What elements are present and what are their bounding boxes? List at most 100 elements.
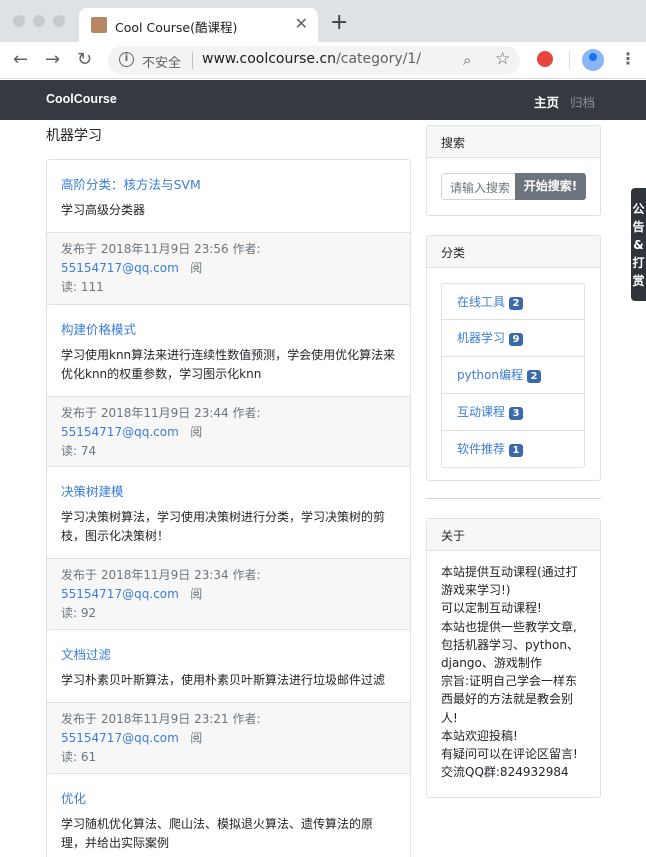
browser-tab[interactable]: Cool Course(酷课程) ✕ [79, 8, 318, 42]
post-summary: 学习朴素贝叶斯算法，使用朴素贝叶斯算法进行垃圾邮件过滤 [61, 673, 386, 687]
category-label: 互动课程 [457, 405, 506, 419]
post-summary: 学习使用knn算法来进行连续性数值预测，学会使用优化算法来优化knn的权重参数，… [61, 348, 396, 381]
nav-home-link[interactable]: 主页 [534, 92, 559, 111]
category-card-header: 分类 [427, 236, 600, 268]
window-maximize-dot[interactable] [53, 15, 65, 27]
side-tab-char: 打 [632, 256, 645, 270]
post-card: 优化 学习随机优化算法、爬山法、模拟退火算法、遗传算法的原理，并给出实际案例 [46, 773, 411, 857]
category-count-badge: 1 [509, 444, 524, 457]
category-item[interactable]: 机器学习 9 [441, 320, 585, 357]
omnibox-divider [192, 52, 193, 69]
announcement-donate-tab[interactable]: 公 告 & 打 赏 [631, 188, 646, 301]
post-meta: 发布于 2018年11月9日 23:56 作者: 55154717@qq.com… [47, 232, 410, 306]
post-meta-date: 发布于 2018年11月9日 23:34 作者: [61, 568, 261, 582]
window-minimize-dot[interactable] [33, 15, 45, 27]
tab-close-icon[interactable]: ✕ [295, 14, 308, 33]
url-path: /category/1/ [336, 51, 421, 67]
insecure-label: 不安全 [142, 56, 182, 71]
category-list: 在线工具 2 机器学习 9 python编程 2 互动课程 3 软件推荐 1 [441, 283, 585, 468]
post-read-label: 阅 [190, 425, 203, 439]
search-card-header: 搜索 [427, 126, 600, 158]
window-close-dot[interactable] [13, 15, 25, 27]
post-title-link[interactable]: 决策树建模 [61, 481, 396, 500]
post-summary: 学习高级分类器 [61, 203, 146, 217]
side-tab-char: & [633, 238, 644, 252]
post-read-count: 读: 111 [61, 280, 104, 294]
bookmark-star-icon[interactable]: ☆ [495, 49, 510, 69]
nav-archive-link[interactable]: 归档 [570, 92, 595, 111]
about-line: 游戏来学习!) [441, 583, 511, 598]
category-item[interactable]: 软件推荐 1 [441, 431, 585, 468]
post-meta: 发布于 2018年11月9日 23:21 作者: 55154717@qq.com… [47, 702, 410, 776]
about-line: 交流QQ群:824932984 [441, 765, 569, 780]
sidebar-divider [426, 498, 601, 499]
category-count-badge: 3 [509, 407, 524, 420]
profile-avatar-icon[interactable] [582, 49, 604, 71]
post-meta-date: 发布于 2018年11月9日 23:56 作者: [61, 242, 261, 256]
about-line: 本站欢迎投稿! [441, 728, 518, 743]
url-text[interactable]: www.coolcourse.cn/category/1/ [202, 51, 421, 67]
post-meta: 发布于 2018年11月9日 23:44 作者: 55154717@qq.com… [47, 396, 410, 470]
zoom-icon[interactable]: ⌕ [463, 51, 471, 69]
about-line: 宗旨:证明自己学会一样东 [441, 674, 578, 689]
category-label: 软件推荐 [457, 442, 506, 456]
category-label: 在线工具 [457, 295, 506, 309]
forward-arrow-icon[interactable]: → [45, 49, 60, 70]
search-input[interactable]: 请输入搜索 [441, 173, 516, 200]
about-line: 本站也提供一些教学文章, [441, 619, 577, 634]
extension-icon[interactable] [537, 51, 553, 67]
post-card: 高阶分类：核方法与SVM 学习高级分类器 发布于 2018年11月9日 23:5… [46, 159, 411, 307]
post-meta: 发布于 2018年11月9日 23:34 作者: 55154717@qq.com… [47, 558, 410, 632]
post-card: 文档过滤 学习朴素贝叶斯算法，使用朴素贝叶斯算法进行垃圾邮件过滤 发布于 201… [46, 629, 411, 777]
category-item[interactable]: 互动课程 3 [441, 394, 585, 431]
post-title-link[interactable]: 高阶分类：核方法与SVM [61, 174, 396, 193]
post-read-count: 读: 92 [61, 606, 97, 620]
tab-title: Cool Course(酷课程) [115, 20, 238, 35]
about-line: 包括机器学习、python、 [441, 637, 579, 652]
address-bar[interactable]: i 不安全 www.coolcourse.cn/category/1/ ⌕ ☆ [108, 46, 520, 75]
category-title: 机器学习 [46, 128, 102, 144]
back-arrow-icon[interactable]: ← [13, 49, 28, 70]
site-brand-link[interactable]: CoolCourse [46, 92, 117, 106]
reload-icon[interactable]: ↻ [77, 49, 92, 70]
category-label: 机器学习 [457, 331, 506, 345]
browser-tab-bar: Cool Course(酷课程) ✕ + [0, 0, 646, 42]
about-card-header: 关于 [427, 519, 600, 551]
category-count-badge: 9 [509, 333, 524, 346]
post-meta-date: 发布于 2018年11月9日 23:44 作者: [61, 406, 261, 420]
post-meta-date: 发布于 2018年11月9日 23:21 作者: [61, 712, 261, 726]
side-tab-char: 告 [632, 220, 645, 234]
post-title-link[interactable]: 文档过滤 [61, 644, 396, 663]
post-card: 构建价格模式 学习使用knn算法来进行连续性数值预测，学会使用优化算法来优化kn… [46, 304, 411, 471]
post-read-label: 阅 [190, 587, 203, 601]
toolbar-divider [569, 50, 570, 70]
post-author-link[interactable]: 55154717@qq.com [61, 587, 179, 601]
about-card: 关于 本站提供互动课程(通过打 游戏来学习!) 可以定制互动课程! 本站也提供一… [426, 518, 601, 798]
post-read-label: 阅 [190, 731, 203, 745]
category-item[interactable]: python编程 2 [441, 357, 585, 394]
about-line: 可以定制互动课程! [441, 601, 542, 616]
site-favicon-icon [91, 17, 107, 33]
post-read-count: 读: 61 [61, 750, 97, 764]
about-line: 西最好的方法就是教会别 [441, 692, 574, 707]
about-line: 人! [441, 710, 458, 725]
post-author-link[interactable]: 55154717@qq.com [61, 731, 179, 745]
url-host: www.coolcourse.cn [202, 51, 337, 67]
post-card: 决策树建模 学习决策树算法，学习使用决策树进行分类，学习决策树的剪枝，图示化决策… [46, 466, 411, 633]
about-line: django、游戏制作 [441, 656, 542, 671]
post-title-link[interactable]: 优化 [61, 788, 396, 807]
post-author-link[interactable]: 55154717@qq.com [61, 425, 179, 439]
site-navbar: CoolCourse 主页 归档 [0, 80, 646, 120]
post-summary: 学习决策树算法，学习使用决策树进行分类，学习决策树的剪枝，图示化决策树！ [61, 510, 386, 543]
browser-menu-icon[interactable]: ⋮ [620, 49, 636, 68]
category-count-badge: 2 [526, 370, 541, 383]
category-card: 分类 在线工具 2 机器学习 9 python编程 2 互动课程 3 软件推荐 1 [426, 235, 601, 481]
post-title-link[interactable]: 构建价格模式 [61, 319, 396, 338]
about-text: 本站提供互动课程(通过打 游戏来学习!) 可以定制互动课程! 本站也提供一些教学… [427, 551, 600, 793]
new-tab-icon[interactable]: + [330, 10, 348, 35]
search-card: 搜索 请输入搜索 开始搜索! [426, 125, 601, 216]
search-button[interactable]: 开始搜索! [515, 173, 586, 200]
info-icon[interactable]: i [119, 52, 134, 67]
post-author-link[interactable]: 55154717@qq.com [61, 261, 179, 275]
category-item[interactable]: 在线工具 2 [441, 283, 585, 320]
